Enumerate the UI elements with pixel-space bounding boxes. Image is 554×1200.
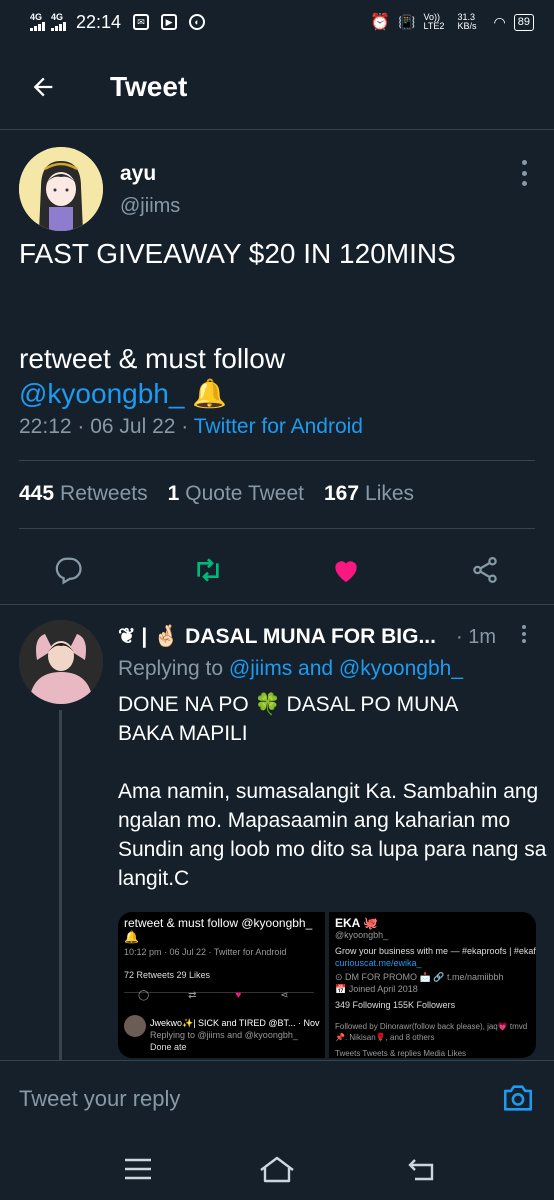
quote-stat[interactable]: 1 Quote Tweet [168, 482, 304, 506]
replying-mentions[interactable]: @jiims and @kyoongbh_ [229, 657, 463, 680]
more-options-button[interactable] [514, 160, 534, 186]
reply-media[interactable]: retweet & must follow @kyoongbh_ 🔔 10:12… [118, 912, 536, 1058]
app-bar: Tweet [0, 44, 554, 130]
signal-2: 4G [51, 13, 66, 31]
volte-label: Vo)) LTE2 [423, 12, 445, 31]
home-button[interactable] [257, 1152, 297, 1186]
thread-line [59, 710, 62, 1060]
media-image-right[interactable]: EKA 🐙 @kyoongbh_ Grow your business with… [329, 912, 536, 1058]
likes-stat[interactable]: 167 Likes [324, 482, 414, 506]
tweet-timestamp: 22:12 · 06 Jul 22 · [19, 415, 194, 438]
back-button[interactable] [0, 44, 86, 130]
bell-emoji: 🔔 [192, 378, 228, 409]
reply-avatar[interactable] [19, 620, 103, 704]
like-button[interactable] [328, 552, 364, 588]
tweet-text-line1: FAST GIVEAWAY $20 IN 120MINS [19, 238, 456, 269]
signal-1: 4G [30, 13, 45, 31]
replying-to: Replying to @jiims and @kyoongbh_ [118, 657, 463, 680]
message-icon: ✉ [133, 14, 150, 30]
status-time: 22:14 [76, 11, 122, 32]
back-arrow-icon [33, 77, 53, 96]
home-icon [260, 1156, 294, 1183]
author-avatar[interactable] [19, 147, 103, 231]
wifi-icon: ◠ [493, 13, 506, 30]
status-bar: 4G 4G 22:14 ✉ ▶ ◐ ⏰ 📳 Vo)) LTE2 31.3 KB/… [0, 0, 554, 44]
app-icon: ◐ [189, 14, 206, 30]
more-icon [522, 625, 526, 629]
tweet-text-line2: retweet & must follow [19, 343, 286, 374]
divider [19, 460, 535, 461]
share-button[interactable] [467, 552, 503, 588]
vibrate-icon: 📳 [398, 13, 416, 30]
tweet-actions [0, 540, 554, 600]
author-name[interactable]: ayu [120, 162, 156, 186]
divider [19, 528, 535, 529]
reply-icon [55, 557, 82, 585]
page-title: Tweet [110, 70, 188, 102]
like-icon [335, 561, 357, 582]
tweet-source[interactable]: Twitter for Android [194, 415, 363, 438]
reply-author-name[interactable]: ❦ | 🤞🏻 DASAL MUNA FOR BIG... [118, 624, 436, 649]
media-image-left[interactable]: retweet & must follow @kyoongbh_ 🔔 10:12… [118, 912, 325, 1058]
youtube-icon: ▶ [161, 14, 178, 30]
reply-composer[interactable]: Tweet your reply [0, 1060, 554, 1136]
reply-input[interactable]: Tweet your reply [19, 1086, 180, 1112]
camera-icon [503, 1085, 533, 1111]
tweet-text: FAST GIVEAWAY $20 IN 120MINS retweet & m… [19, 236, 539, 411]
back-nav-icon [408, 1159, 434, 1181]
retweets-stat[interactable]: 445 Retweets [19, 482, 148, 506]
menu-button[interactable] [118, 1152, 158, 1186]
retweet-icon [197, 558, 219, 582]
tweet-stats: 445 Retweets 1 Quote Tweet 167 Likes [19, 482, 414, 506]
speed-label: 31.3 KB/s [457, 12, 477, 31]
system-nav-bar [0, 1136, 554, 1200]
alarm-icon: ⏰ [370, 14, 391, 31]
reply-avatar-image [19, 620, 103, 704]
battery-indicator: 89 [513, 13, 534, 31]
back-nav-button[interactable] [402, 1152, 442, 1186]
share-icon [473, 557, 497, 583]
more-icon [521, 160, 527, 165]
retweet-button[interactable] [190, 552, 226, 588]
avatar-illustration [19, 147, 103, 231]
reply-text: DONE NA PO 🍀 DASAL PO MUNA BAKA MAPILI A… [118, 693, 547, 890]
reply-more-button[interactable] [514, 625, 534, 643]
author-handle[interactable]: @jiims [120, 195, 180, 218]
reply-time: · 1m [456, 626, 496, 648]
reply-button[interactable] [50, 552, 86, 588]
reply-section [0, 604, 554, 605]
tweet-mention[interactable]: @kyoongbh_ [19, 378, 184, 409]
camera-button[interactable] [501, 1081, 535, 1115]
menu-icon [125, 1158, 151, 1180]
tweet-meta: 22:12 · 06 Jul 22 · Twitter for Android [19, 415, 363, 439]
